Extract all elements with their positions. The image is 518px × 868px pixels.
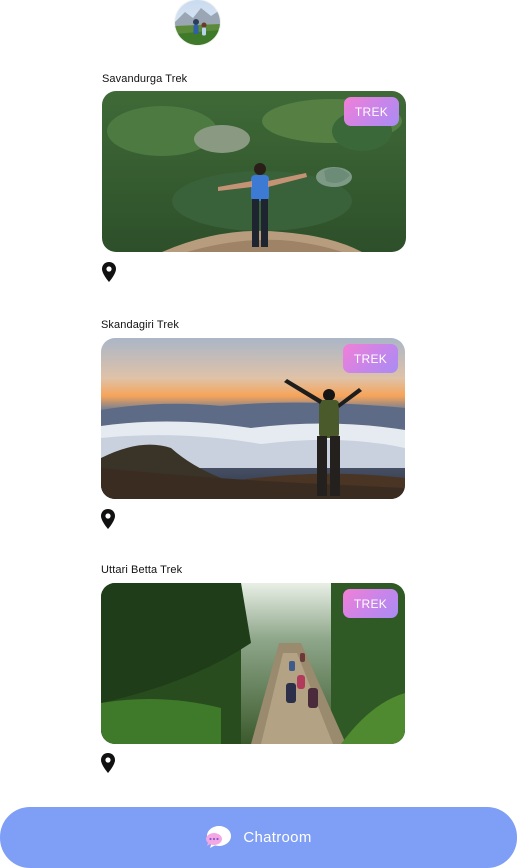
trek-title-uttari-betta: Uttari Betta Trek: [101, 564, 183, 576]
trek-tag: TREK: [344, 97, 399, 126]
trek-image-uttari-betta[interactable]: TREK: [101, 583, 405, 744]
chat-bubble-icon: [206, 825, 232, 848]
trek-tag: TREK: [343, 589, 398, 618]
trek-image-savandurga[interactable]: TREK: [102, 91, 406, 252]
location-pin-icon[interactable]: [101, 509, 115, 529]
chatroom-button[interactable]: Chatroom: [0, 807, 517, 868]
trek-title-skandagiri: Skandagiri Trek: [101, 319, 179, 331]
trek-tag: TREK: [343, 344, 398, 373]
profile-avatar[interactable]: [175, 0, 220, 45]
location-pin-icon[interactable]: [101, 753, 115, 773]
location-pin-icon[interactable]: [102, 262, 116, 282]
chatroom-label: Chatroom: [243, 829, 312, 846]
trek-image-skandagiri[interactable]: TREK: [101, 338, 405, 499]
trek-title-savandurga: Savandurga Trek: [102, 73, 188, 85]
